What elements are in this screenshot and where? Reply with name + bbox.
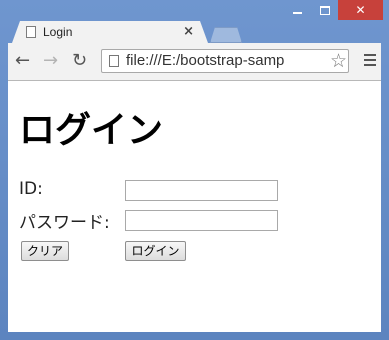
minimize-button[interactable] [284,0,311,20]
close-icon: ✕ [355,3,366,17]
browser-window: ✕ Login × ← → ↻ file:///E:/bootstrap-sam… [0,0,389,340]
tab-title: Login [43,25,73,39]
login-button[interactable]: ログイン [125,241,186,261]
back-arrow-icon[interactable]: ← [15,51,30,71]
page-title: ログイン [19,110,164,151]
page-viewport: ログイン ID: パスワード: クリア ログイン [8,81,381,332]
new-tab-button[interactable] [210,27,242,43]
tab-close-icon[interactable]: × [183,24,194,39]
address-bar[interactable]: file:///E:/bootstrap-samp ☆ [101,49,349,73]
clear-button[interactable]: クリア [21,241,69,261]
close-window-button[interactable]: ✕ [338,0,383,20]
maximize-button[interactable] [311,0,338,20]
page-icon [26,26,36,38]
minimize-icon [293,12,302,14]
menu-icon[interactable] [364,54,376,69]
password-label: パスワード: [19,213,110,233]
browser-toolbar: ← → ↻ file:///E:/bootstrap-samp ☆ [8,43,381,81]
maximize-icon [319,5,330,15]
password-input[interactable] [125,210,278,231]
id-input[interactable] [125,180,278,201]
reload-icon[interactable]: ↻ [72,51,87,71]
address-url[interactable]: file:///E:/bootstrap-samp [126,52,284,69]
window-controls: ✕ [284,0,383,20]
id-label: ID: [19,179,43,199]
tab-login[interactable]: Login × [12,21,208,43]
bookmark-star-icon[interactable]: ☆ [327,50,347,72]
forward-arrow-icon[interactable]: → [43,51,58,71]
page-icon [109,55,119,67]
